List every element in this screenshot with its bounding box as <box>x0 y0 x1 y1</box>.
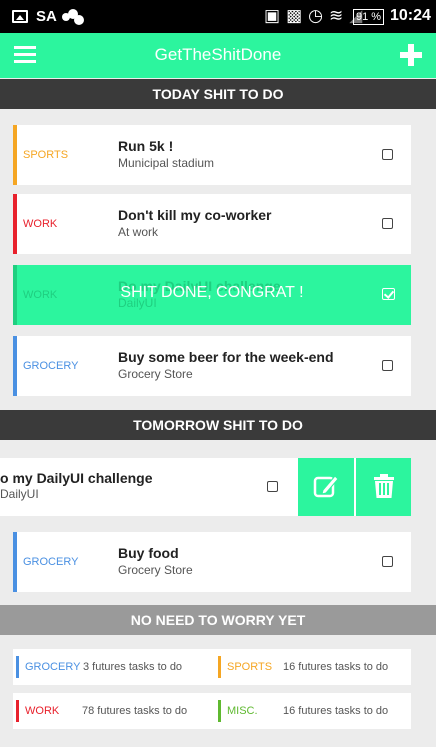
status-bar: SA ▣▩◷≋◢ 91 % 10:24 <box>0 0 436 33</box>
future-summary-row: WORK 78 futures tasks to do MISC. 16 fut… <box>13 693 411 729</box>
future-category-work[interactable]: WORK 78 futures tasks to do <box>16 693 211 729</box>
checked-checkbox-icon[interactable] <box>382 288 395 300</box>
notification-dots-icon <box>62 9 86 25</box>
task-location: Grocery Store <box>118 367 193 381</box>
section-header-later: NO NEED TO WORRY YET <box>0 605 436 635</box>
task-checkbox[interactable] <box>382 360 393 371</box>
future-tag: GROCERY <box>25 661 81 673</box>
future-tag: WORK <box>25 705 60 717</box>
task-title: Run 5k ! <box>118 138 174 154</box>
task-title: Buy some beer for the week-end <box>118 349 334 365</box>
future-tag: MISC. <box>227 705 258 717</box>
vibrate-icon: ▩ <box>286 6 309 25</box>
task-checkbox[interactable] <box>382 556 393 567</box>
clock: 10:24 <box>390 7 431 24</box>
tag-color-bar <box>218 700 221 722</box>
tag-color-bar <box>218 656 221 678</box>
task-title: o my DailyUI challenge <box>0 470 153 486</box>
task-tag: SPORTS <box>23 149 69 161</box>
trash-icon <box>374 474 394 498</box>
future-summary-row: GROCERY 3 futures tasks to do SPORTS 16 … <box>13 649 411 685</box>
task-location: DailyUI <box>0 487 39 501</box>
future-category-misc[interactable]: MISC. 16 futures tasks to do <box>218 693 411 729</box>
task-checkbox[interactable] <box>382 149 393 160</box>
task-location: Municipal stadium <box>118 156 215 170</box>
task-location: Grocery Store <box>118 563 193 577</box>
alarm-icon: ◷ <box>308 6 329 25</box>
tag-color-bar <box>13 125 17 185</box>
future-count: 16 futures tasks to do <box>283 661 389 673</box>
future-count: 3 futures tasks to do <box>83 661 183 673</box>
task-row[interactable]: GROCERY Buy some beer for the week-end G… <box>13 336 411 396</box>
task-title: Don't kill my co-worker <box>118 207 272 223</box>
done-message: SHIT DONE, CONGRAT ! <box>120 284 304 301</box>
tag-color-bar <box>16 656 19 678</box>
task-row[interactable]: SPORTS Run 5k ! Municipal stadium <box>13 125 411 185</box>
app-title: GetTheShitDone <box>154 45 282 64</box>
image-notification-icon <box>12 10 28 23</box>
tag-color-bar <box>13 336 17 396</box>
task-location: At work <box>118 225 159 239</box>
task-checkbox[interactable] <box>382 218 393 229</box>
task-row[interactable]: WORK Don't kill my co-worker At work <box>13 194 411 254</box>
task-tag: WORK <box>23 218 58 230</box>
task-checkbox[interactable] <box>267 481 278 492</box>
future-count: 16 futures tasks to do <box>283 705 389 717</box>
future-category-sports[interactable]: SPORTS 16 futures tasks to do <box>218 649 411 685</box>
task-row-done[interactable]: WORK Do my DailyUI challenge DailyUI SHI… <box>13 265 411 325</box>
future-tag: SPORTS <box>227 661 273 673</box>
task-row[interactable]: GROCERY Buy food Grocery Store <box>13 532 411 592</box>
tag-color-bar <box>13 194 17 254</box>
tag-color-bar <box>13 532 17 592</box>
task-row-swiped[interactable]: o my DailyUI challenge DailyUI <box>0 458 411 516</box>
plus-icon[interactable] <box>400 44 422 66</box>
delete-button[interactable] <box>356 458 411 516</box>
section-header-today: TODAY SHIT TO DO <box>0 79 436 109</box>
task-title: Buy food <box>118 545 179 561</box>
section-header-tomorrow: TOMORROW SHIT TO DO <box>0 410 436 440</box>
carrier-label: SA <box>36 8 57 25</box>
wifi-icon: ≋ <box>328 6 350 25</box>
future-category-grocery[interactable]: GROCERY 3 futures tasks to do <box>16 649 211 685</box>
app-bar: GetTheShitDone <box>0 33 436 78</box>
future-count: 78 futures tasks to do <box>82 705 188 717</box>
tag-color-bar <box>16 700 19 722</box>
task-tag: GROCERY <box>23 360 79 372</box>
edit-icon <box>313 475 339 498</box>
edit-button[interactable] <box>298 458 354 516</box>
nfc-icon: ▣ <box>264 6 287 25</box>
task-tag: GROCERY <box>23 556 79 568</box>
battery-icon: 91 % <box>353 9 385 25</box>
